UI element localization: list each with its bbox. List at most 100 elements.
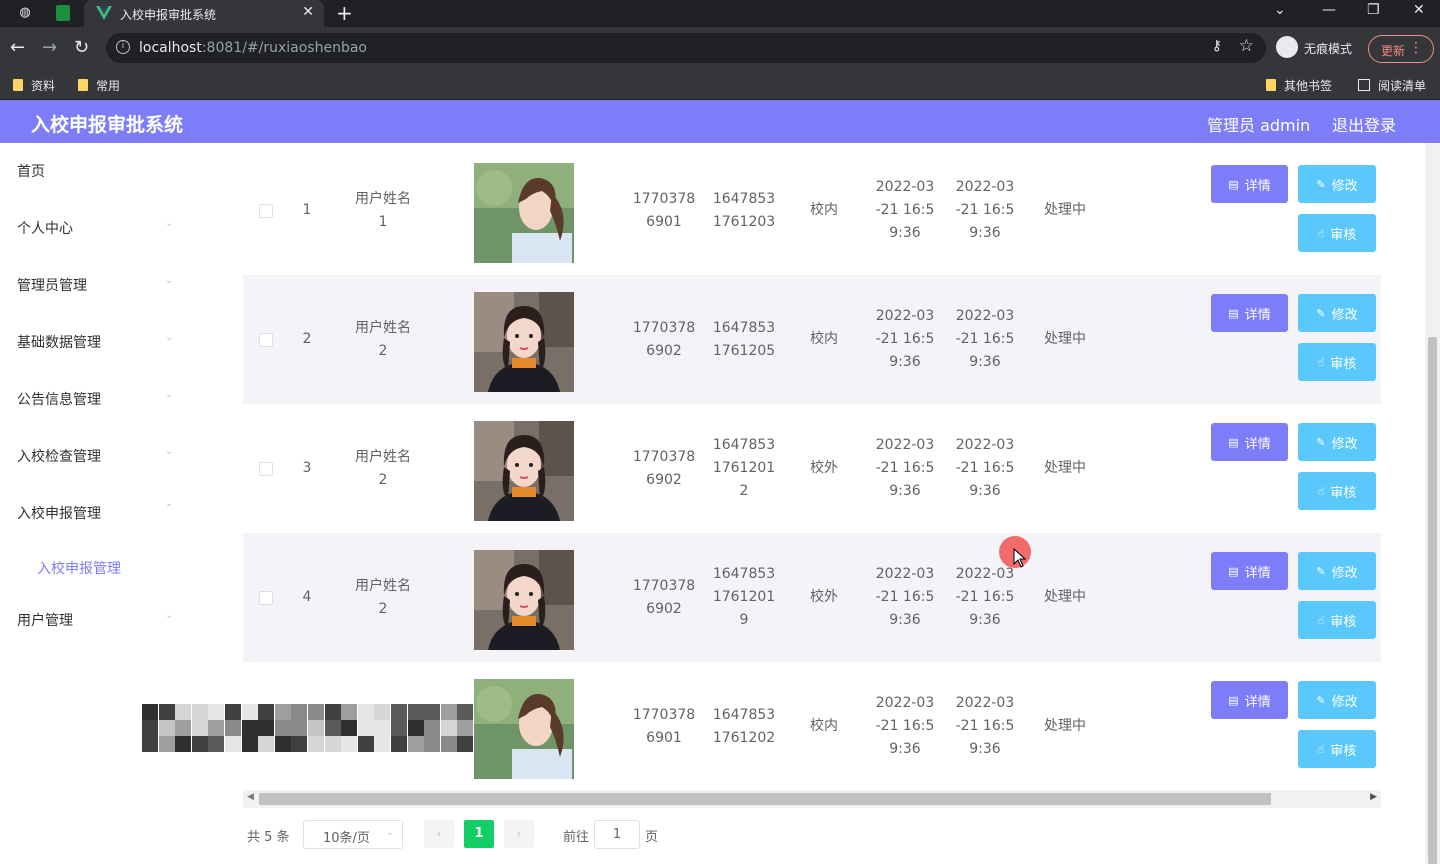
next-page-icon[interactable]: › [504, 820, 534, 848]
sidebar-item-notice[interactable]: 公告信息管理 ⌄ [0, 371, 200, 427]
bookmark-folder-changyong[interactable]: 常用 [78, 77, 120, 94]
mosaic-block [291, 720, 308, 736]
mosaic-block [440, 720, 457, 736]
mosaic-block [374, 704, 391, 720]
sidebar-item-users[interactable]: 用户管理 ⌄ [0, 592, 200, 648]
mosaic-block [341, 736, 358, 752]
create-time-cell: 2022-03 -21 16:5 9:36 [955, 437, 1015, 499]
tab-close-icon[interactable]: ✕ [302, 4, 314, 20]
user-name-cell: 用户姓名 2 [355, 319, 411, 359]
forward-icon[interactable]: → [42, 38, 57, 58]
page-size-select[interactable]: 10条/页 ⌄ [303, 820, 403, 849]
sidebar-item-declaration[interactable]: 入校申报管理 ⌃ [0, 485, 200, 541]
page-number-current[interactable]: 1 [464, 820, 494, 848]
thumb-icon: ☝ [1317, 355, 1325, 369]
goto-page-input[interactable]: 1 [594, 820, 640, 849]
edit-button[interactable]: ✎ 修改 [1298, 294, 1376, 332]
row-checkbox[interactable] [259, 591, 273, 605]
update-button[interactable]: 更新 ⋮ [1368, 35, 1434, 63]
close-window-icon[interactable]: ✕ [1413, 2, 1425, 18]
phone-cell: 1770378 6901 [632, 706, 696, 746]
review-button[interactable]: ☝ 审核 [1298, 343, 1376, 381]
sidebar-item-admin[interactable]: 管理员管理 ⌄ [0, 257, 200, 313]
reading-list[interactable]: 阅读清单 [1358, 77, 1426, 94]
sheet-tab-icon[interactable] [56, 5, 70, 21]
pencil-icon: ✎ [1316, 435, 1326, 449]
mosaic-block [308, 720, 324, 736]
mosaic-block [440, 704, 457, 720]
review-button[interactable]: ☝ 审核 [1298, 472, 1376, 510]
mosaic-block [208, 704, 225, 720]
mosaic-block [158, 736, 175, 752]
site-info-icon[interactable]: i [116, 40, 130, 54]
reload-icon[interactable]: ↻ [74, 38, 89, 58]
detail-button[interactable]: ▤ 详情 [1211, 294, 1288, 332]
vertical-scroll-thumb[interactable] [1428, 337, 1437, 864]
location-cell: 校内 [810, 718, 838, 734]
mosaic-block [158, 720, 175, 736]
tab-search-icon[interactable]: ⌄ [1274, 2, 1286, 18]
row-checkbox[interactable] [259, 333, 273, 347]
horizontal-scrollbar[interactable]: ◀ ▶ [243, 790, 1381, 808]
row-checkbox[interactable] [259, 204, 273, 218]
globe-icon[interactable]: ◍ [16, 4, 34, 22]
mosaic-block [424, 736, 441, 752]
url-text[interactable]: localhost:8081/#/ruxiaoshenbao [139, 40, 367, 56]
back-icon[interactable]: ← [10, 38, 25, 58]
bookmark-star-icon[interactable]: ☆ [1239, 36, 1254, 56]
sidebar-item-check[interactable]: 入校检查管理 ⌄ [0, 428, 200, 484]
browser-tab-active[interactable]: 入校申报审批系统 ✕ [84, 0, 324, 27]
mosaic-block [158, 704, 175, 720]
row-checkbox[interactable] [259, 462, 273, 476]
chevron-down-icon: ⌄ [165, 332, 174, 343]
mosaic-block [308, 704, 324, 720]
sidebar-item-home[interactable]: 首页 [0, 143, 200, 199]
phone-cell: 1770378 6902 [632, 448, 696, 488]
detail-button[interactable]: ▤ 详情 [1211, 165, 1288, 203]
review-button[interactable]: ☝ 审核 [1298, 730, 1376, 768]
mosaic-block [391, 704, 407, 720]
scroll-left-icon: ◀ [247, 792, 254, 802]
new-tab-icon[interactable]: + [336, 1, 353, 25]
document-icon: ▤ [1228, 177, 1239, 191]
detail-button[interactable]: ▤ 详情 [1211, 681, 1288, 719]
edit-button[interactable]: ✎ 修改 [1298, 681, 1376, 719]
mosaic-block [241, 720, 258, 736]
create-time-cell: 2022-03 -21 16:5 9:36 [955, 308, 1015, 370]
sidebar-subitem-declaration[interactable]: 入校申报管理 [37, 558, 121, 578]
folder-icon [1266, 79, 1276, 91]
address-bar: ← → ↻ i localhost:8081/#/ruxiaoshenbao ⚷… [0, 27, 1440, 71]
review-button[interactable]: ☝ 审核 [1298, 601, 1376, 639]
mosaic-block [357, 720, 374, 736]
reading-list-icon [1358, 79, 1370, 91]
chevron-down-icon: ⌄ [165, 218, 174, 229]
mosaic-block [191, 736, 208, 752]
mosaic-block [225, 720, 241, 736]
horizontal-scroll-thumb[interactable] [259, 793, 1271, 805]
declare-time-cell: 2022-03 -21 16:5 9:36 [875, 308, 935, 370]
logout-link[interactable]: 退出登录 [1332, 112, 1396, 136]
sidebar-item-basic-data[interactable]: 基础数据管理 ⌄ [0, 314, 200, 370]
document-icon: ▤ [1228, 306, 1239, 320]
detail-button[interactable]: ▤ 详情 [1211, 423, 1288, 461]
incognito-icon [1276, 36, 1298, 58]
pagination-total: 共 5 条 [247, 830, 290, 845]
vertical-scrollbar[interactable] [1425, 143, 1440, 864]
url-input[interactable]: i localhost:8081/#/ruxiaoshenbao ⚷ ☆ [106, 33, 1266, 63]
thumb-icon: ☝ [1317, 484, 1325, 498]
restore-icon[interactable]: ❐ [1367, 2, 1380, 18]
girl-portrait-photo [474, 550, 574, 650]
edit-button[interactable]: ✎ 修改 [1298, 552, 1376, 590]
edit-button[interactable]: ✎ 修改 [1298, 165, 1376, 203]
pencil-icon: ✎ [1316, 177, 1326, 191]
sidebar-item-profile[interactable]: 个人中心 ⌄ [0, 200, 200, 256]
bookmark-folder-ziliao[interactable]: 资料 [13, 77, 55, 94]
minimize-icon[interactable]: — [1322, 2, 1336, 18]
key-icon[interactable]: ⚷ [1212, 38, 1222, 54]
menu-dots-icon: ⋮ [1409, 40, 1423, 56]
detail-button[interactable]: ▤ 详情 [1211, 552, 1288, 590]
edit-button[interactable]: ✎ 修改 [1298, 423, 1376, 461]
prev-page-icon[interactable]: ‹ [424, 820, 454, 848]
bookmark-other[interactable]: 其他书签 [1266, 77, 1332, 94]
review-button[interactable]: ☝ 审核 [1298, 214, 1376, 252]
